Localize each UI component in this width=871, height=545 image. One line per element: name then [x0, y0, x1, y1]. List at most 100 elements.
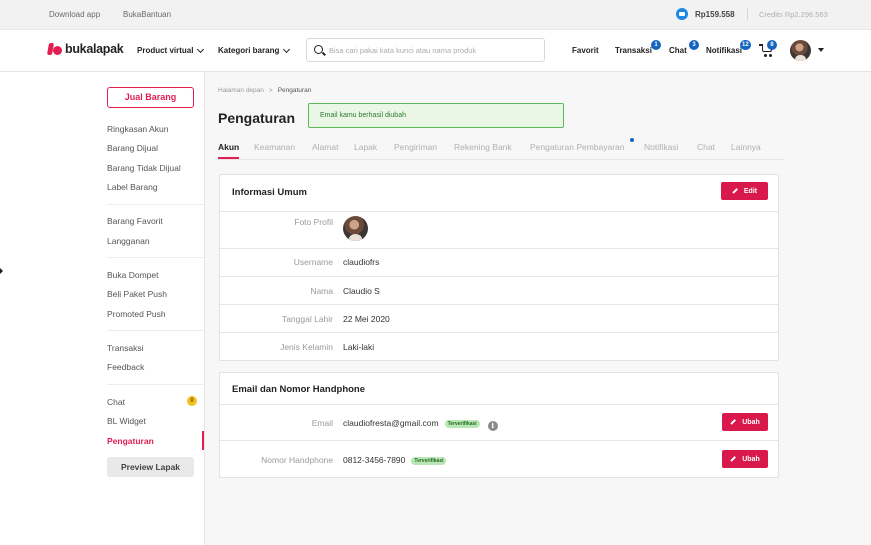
sidebar-item-buka-dompet[interactable]: Buka Dompet	[107, 270, 159, 280]
email-value: claudiofresta@gmail.com	[343, 418, 439, 428]
tab-alamat[interactable]: Alamat	[312, 142, 338, 152]
settings-tabs: Akun Keamanan Alamat Lapak Pengiriman Re…	[218, 140, 784, 160]
preview-lapak-button[interactable]: Preview Lapak	[107, 457, 194, 477]
breadcrumb-home[interactable]: Halaman depan	[218, 87, 264, 94]
divider	[747, 8, 748, 20]
row-divider	[220, 404, 778, 405]
credits-amount[interactable]: Credits Rp2.296.563	[759, 10, 828, 19]
main-header: bukalapak Product virtual Kategori baran…	[0, 30, 871, 72]
sidebar-item-barang-favorit[interactable]: Barang Favorit	[107, 216, 163, 226]
search-icon[interactable]	[314, 45, 323, 54]
row-divider	[220, 211, 778, 212]
kategori-barang-menu[interactable]: Kategori barang	[218, 45, 291, 55]
jenis-kelamin-value: Laki-laki	[343, 342, 375, 352]
notifikasi-count-badge: 12	[740, 40, 751, 50]
search-box[interactable]	[306, 38, 545, 62]
sidebar-item-barang-dijual[interactable]: Barang Dijual	[107, 143, 158, 153]
success-alert: Email kamu berhasil diubah	[308, 103, 564, 128]
top-utility-bar: Download app BukaBantuan Rp159.558 Credi…	[0, 0, 871, 30]
nomor-handphone-label: Nomor Handphone	[261, 455, 333, 465]
edit-button-label: Edit	[743, 187, 758, 195]
ubah-phone-button[interactable]: Ubah	[722, 450, 768, 468]
informasi-umum-card: Informasi Umum Edit Foto Profil Username…	[219, 174, 779, 361]
phone-value-group: 0812-3456-7890 Terverifikasi	[343, 455, 447, 465]
row-divider	[220, 332, 778, 333]
sidebar-item-langganan[interactable]: Langganan	[107, 236, 150, 246]
sidebar-divider	[107, 384, 204, 385]
breadcrumb: Halaman depan > Pengaturan	[218, 87, 311, 94]
sidebar-item-label-barang[interactable]: Label Barang	[107, 182, 158, 192]
tab-chat[interactable]: Chat	[697, 142, 715, 152]
sidebar-item-chat[interactable]: Chat	[107, 397, 125, 407]
username-label: Username	[293, 257, 333, 267]
jual-barang-button[interactable]: Jual Barang	[107, 87, 194, 108]
active-indicator	[202, 431, 204, 450]
pencil-icon	[732, 188, 738, 194]
ubah-button-label: Ubah	[742, 418, 760, 426]
search-input[interactable]	[329, 43, 539, 57]
wallet-icon	[676, 8, 688, 20]
sidebar-divider	[107, 204, 204, 205]
chat-unread-badge: 0	[187, 396, 197, 406]
pencil-icon	[730, 456, 736, 462]
tab-lapak[interactable]: Lapak	[354, 142, 377, 152]
sidebar-item-barang-tidak-dijual[interactable]: Barang Tidak Dijual	[107, 163, 181, 173]
tab-notifikasi[interactable]: Notifikasi	[644, 142, 678, 152]
tab-lainnya[interactable]: Lainnya	[731, 142, 761, 152]
chevron-down-icon	[283, 45, 291, 53]
chat-count-badge: 3	[689, 40, 699, 50]
kategori-barang-label: Kategori barang	[218, 46, 280, 55]
email-label: Email	[311, 418, 333, 428]
phone-value: 0812-3456-7890	[343, 455, 406, 465]
account-dropdown-icon[interactable]	[818, 48, 824, 52]
breadcrumb-current: Pengaturan	[277, 87, 312, 94]
page-title: Pengaturan	[218, 110, 296, 126]
balance-amount[interactable]: Rp159.558	[695, 10, 735, 19]
sidebar-item-transaksi[interactable]: Transaksi	[107, 343, 144, 353]
pencil-icon	[730, 419, 736, 425]
sidebar-item-beli-paket-push[interactable]: Beli Paket Push	[107, 289, 167, 299]
profile-photo[interactable]	[343, 216, 368, 241]
row-divider	[220, 276, 778, 277]
tanggal-lahir-label: Tanggal Lahir	[281, 314, 333, 324]
bukabantuan-link[interactable]: BukaBantuan	[123, 10, 171, 19]
sidebar-item-feedback[interactable]: Feedback	[107, 362, 144, 372]
product-virtual-menu[interactable]: Product virtual	[137, 45, 205, 55]
notifikasi-link[interactable]: Notifikasi	[706, 46, 742, 55]
verified-badge: Terverifikasi	[411, 457, 447, 465]
sidebar-item-ringkasan-akun[interactable]: Ringkasan Akun	[107, 124, 168, 134]
card-title: Informasi Umum	[232, 187, 307, 198]
sidebar-item-pengaturan[interactable]: Pengaturan	[107, 436, 154, 446]
sidebar-divider	[107, 257, 204, 258]
card-title: Email dan Nomor Handphone	[232, 384, 366, 395]
edit-button[interactable]: Edit	[721, 182, 768, 200]
product-virtual-label: Product virtual	[137, 46, 194, 55]
favorit-link[interactable]: Favorit	[572, 46, 599, 55]
foto-profil-label: Foto Profil	[294, 217, 333, 227]
logo-text: bukalapak	[65, 42, 124, 56]
bukalapak-logo[interactable]: bukalapak	[48, 42, 124, 56]
tab-rekening-bank[interactable]: Rekening Bank	[454, 142, 512, 152]
tab-akun[interactable]: Akun	[218, 142, 240, 159]
transaksi-count-badge: 1	[651, 40, 661, 50]
nama-value: Claudio S	[343, 286, 380, 296]
transaksi-link[interactable]: Transaksi	[615, 46, 652, 55]
info-icon[interactable]: i	[487, 421, 498, 431]
chat-link[interactable]: Chat	[669, 46, 687, 55]
tanggal-lahir-value: 22 Mei 2020	[343, 314, 390, 324]
download-app-link[interactable]: Download app	[49, 10, 100, 19]
tab-pengaturan-pembayaran[interactable]: Pengaturan Pembayaran	[530, 142, 625, 152]
sidebar-item-promoted-push[interactable]: Promoted Push	[107, 309, 166, 319]
username-value: claudiofrs	[343, 257, 380, 267]
ubah-email-button[interactable]: Ubah	[722, 413, 768, 431]
jenis-kelamin-label: Jenis Kelamin	[280, 342, 333, 352]
new-indicator-dot	[630, 138, 634, 142]
breadcrumb-separator: >	[268, 87, 273, 94]
tab-keamanan[interactable]: Keamanan	[254, 142, 295, 152]
bukalapak-logo-icon	[48, 42, 62, 56]
user-avatar[interactable]	[790, 40, 811, 61]
sidebar-item-bl-widget[interactable]: BL Widget	[107, 416, 146, 426]
nama-label: Nama	[310, 286, 333, 296]
tab-pengiriman[interactable]: Pengiriman	[394, 142, 437, 152]
collapse-arrow-icon[interactable]	[0, 268, 3, 274]
